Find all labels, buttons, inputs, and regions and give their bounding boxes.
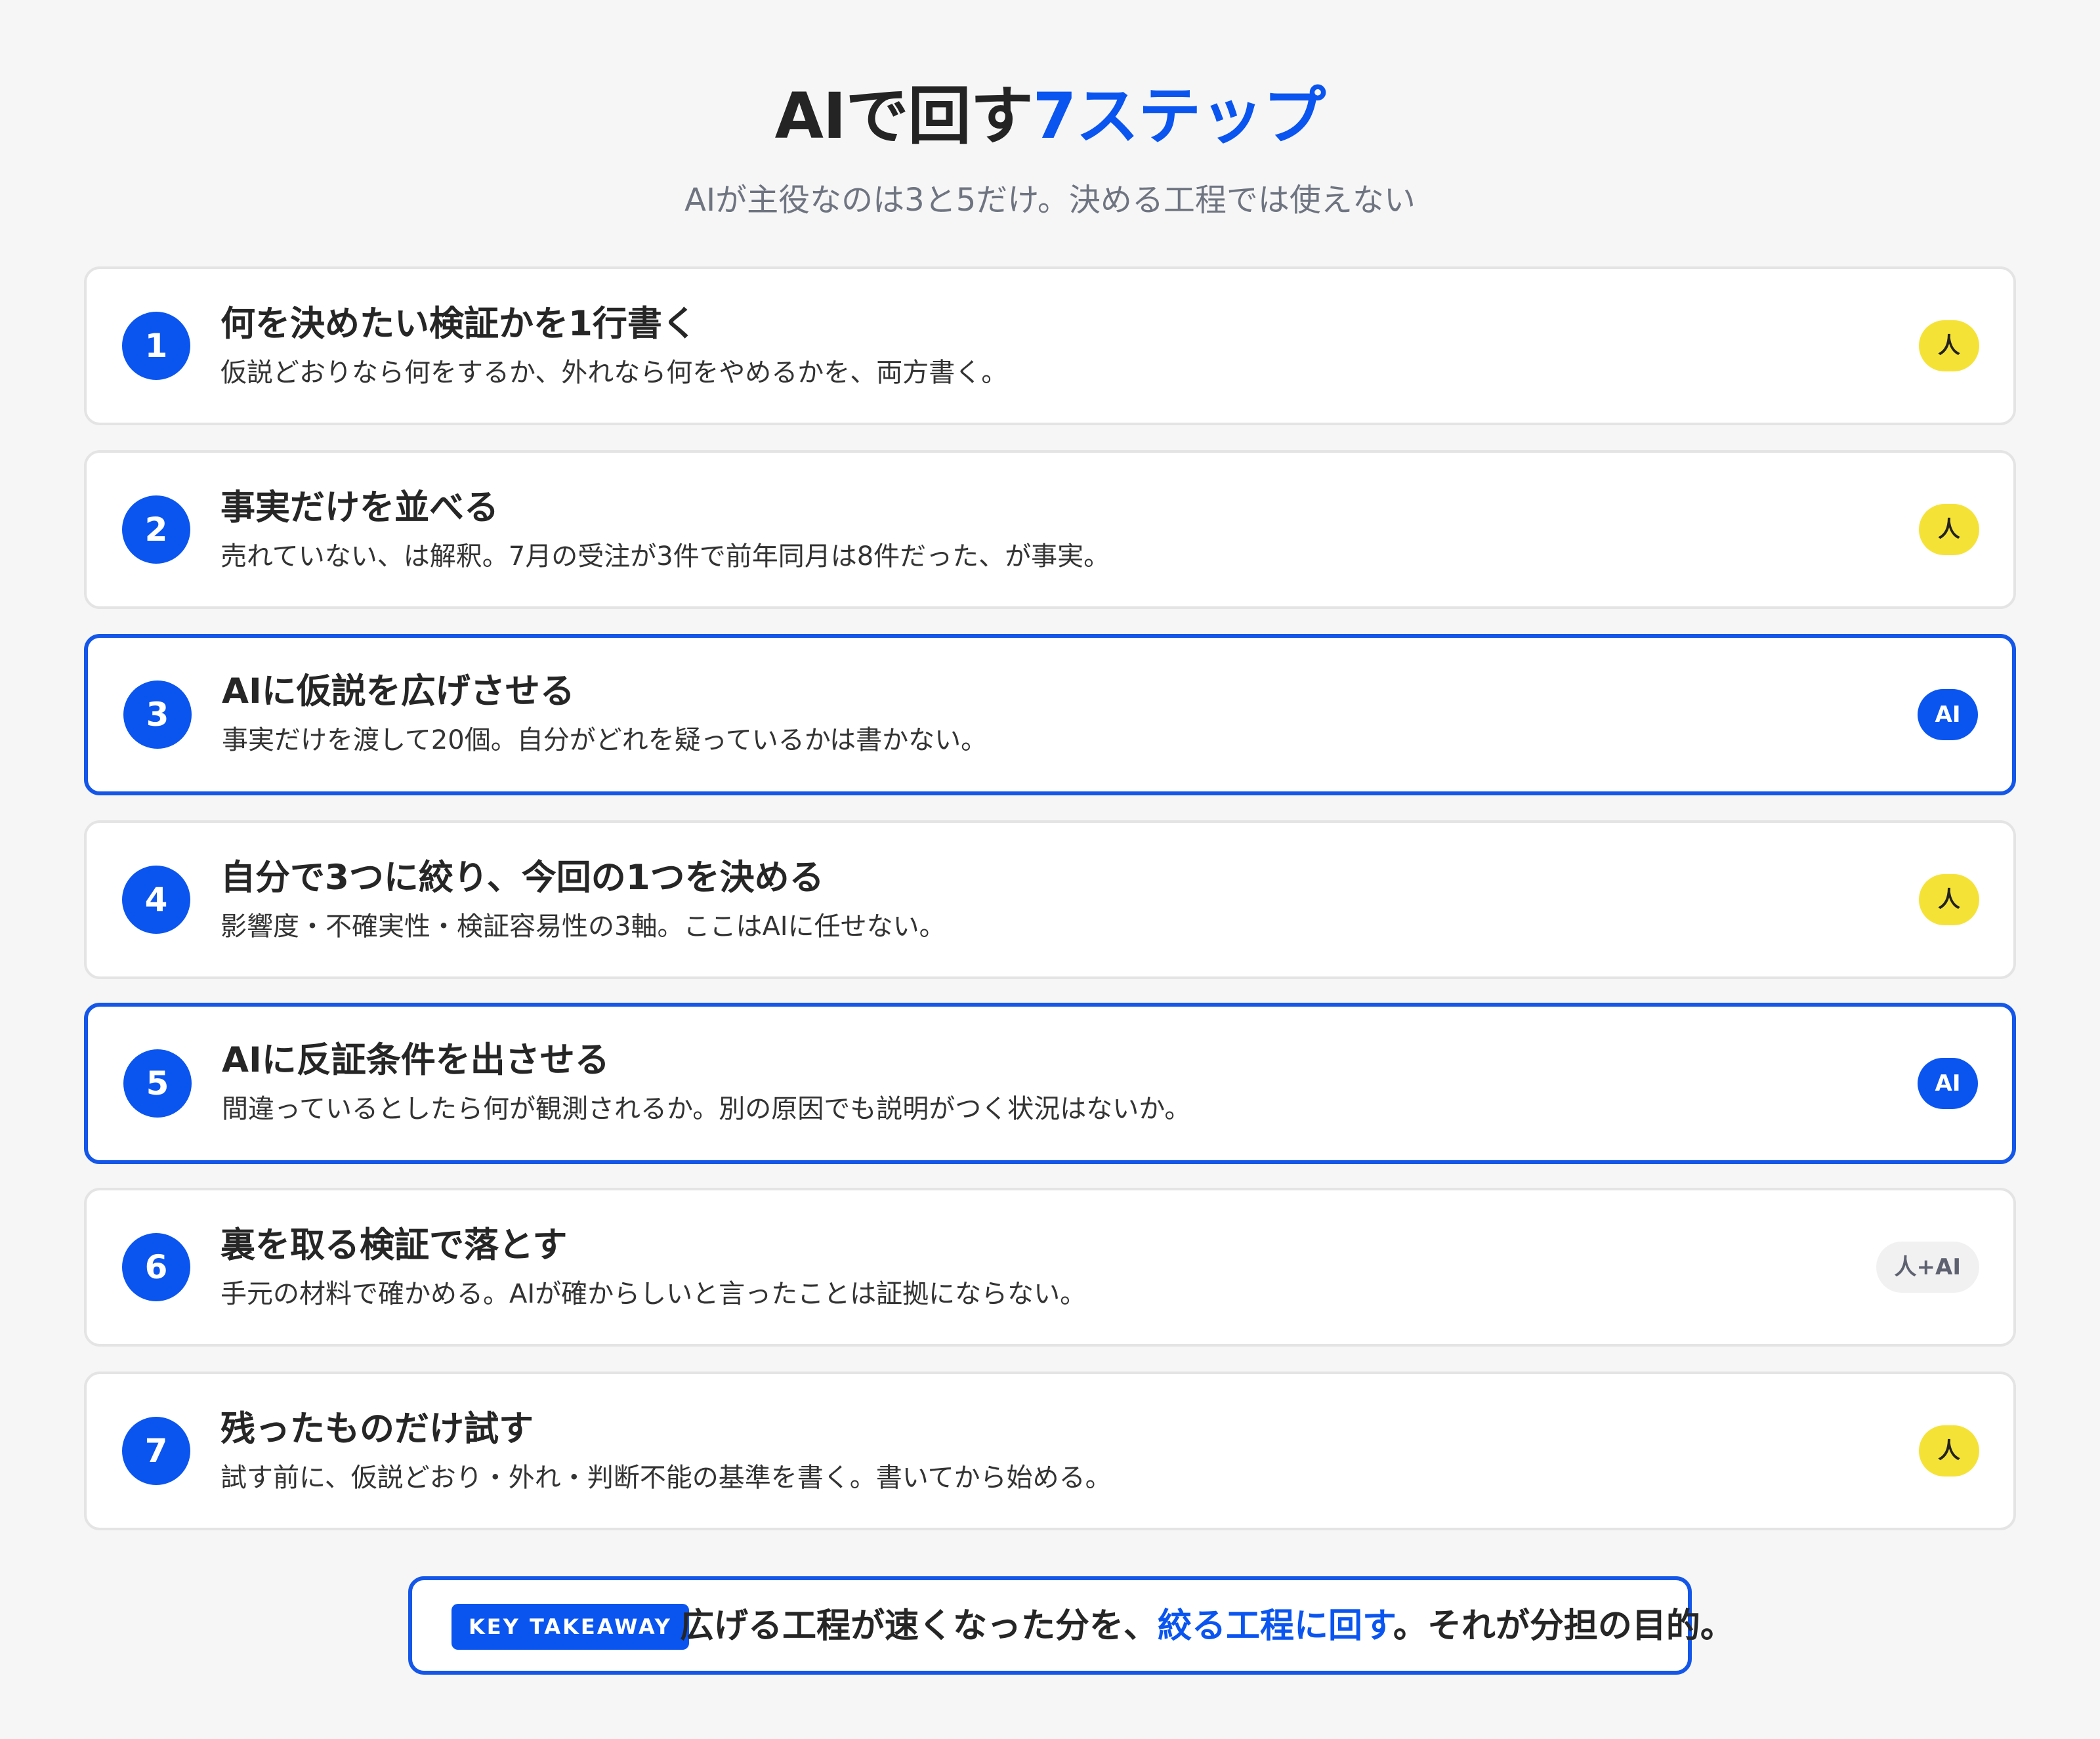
key-takeaway-text: 広げる工程が速くなった分を、絞る工程に回す。それが分担の目的。	[680, 1603, 1734, 1650]
step-title: AIに仮説を広げさせる	[222, 671, 575, 711]
step-description: 影響度・不確実性・検証容易性の3軸。ここはAIに任せない。	[220, 911, 946, 942]
step-description: 売れていない、は解釈。7月の受注が3件で前年同月は8件だった、が事実。	[220, 541, 1110, 572]
step-title: 事実だけを並べる	[220, 488, 499, 528]
page: AIで回す7ステップ AIが主役なのは3と5だけ。決める工程では使えない 1 何…	[0, 0, 2100, 1739]
step-number: 5	[123, 1049, 192, 1118]
step-description: 試す前に、仮説どおり・外れ・判断不能の基準を書く。書いてから始める。	[220, 1463, 1112, 1493]
owner-badge: 人	[1919, 874, 1979, 925]
key-takeaway-tag: KEY TAKEAWAY	[452, 1604, 689, 1650]
step-number: 4	[122, 866, 190, 934]
step-title: 裏を取る検証で落とす	[220, 1225, 568, 1265]
title-prefix: AIで回す	[774, 79, 1034, 153]
step-number: 3	[123, 681, 192, 749]
owner-badge: 人	[1919, 504, 1979, 555]
takeaway-text-highlight: 絞る工程に回す	[1158, 1606, 1393, 1646]
key-takeaway-box: KEY TAKEAWAY 広げる工程が速くなった分を、絞る工程に回す。それが分担…	[408, 1576, 1734, 1675]
owner-badge: AI	[1918, 1058, 1978, 1109]
step-card-4: 4 自分で3つに絞り、今回の1つを決める 影響度・不確実性・検証容易性の3軸。こ…	[84, 820, 2016, 979]
owner-badge: 人+AI	[1876, 1242, 1979, 1293]
step-description: 事実だけを渡して20個。自分がどれを疑っているかは書かない。	[222, 725, 988, 755]
step-card-2: 2 事実だけを並べる 売れていない、は解釈。7月の受注が3件で前年同月は8件だっ…	[84, 450, 2016, 609]
takeaway-text-before: 広げる工程が速くなった分を、	[680, 1606, 1158, 1646]
takeaway-text-after: 。それが分担の目的。	[1393, 1606, 1734, 1646]
step-title: 何を決めたい検証かを1行書く	[220, 304, 697, 344]
page-subtitle: AIが主役なのは3と5だけ。決める工程では使えない	[684, 182, 1416, 219]
step-title: 自分で3つに絞り、今回の1つを決める	[220, 858, 824, 898]
step-card-6: 6 裏を取る検証で落とす 手元の材料で確かめる。AIが確からしいと言ったことは証…	[84, 1188, 2016, 1347]
step-number: 6	[122, 1233, 190, 1301]
step-card-1: 1 何を決めたい検証かを1行書く 仮説どおりなら何をするか、外れなら何をやめるか…	[84, 266, 2016, 425]
step-description: 仮説どおりなら何をするか、外れなら何をやめるかを、両方書く。	[220, 358, 1008, 388]
step-description: 手元の材料で確かめる。AIが確からしいと言ったことは証拠にならない。	[220, 1279, 1087, 1309]
title-accent: 7ステップ	[1032, 79, 1326, 153]
step-description: 間違っているとしたら何が観測されるか。別の原因でも説明がつく状況はないか。	[222, 1094, 1191, 1124]
step-card-5: 5 AIに反証条件を出させる 間違っているとしたら何が観測されるか。別の原因でも…	[84, 1003, 2016, 1164]
page-title: AIで回す7ステップ	[0, 73, 2100, 159]
step-card-3: 3 AIに仮説を広げさせる 事実だけを渡して20個。自分がどれを疑っているかは書…	[84, 634, 2016, 795]
owner-badge: 人	[1919, 1425, 1979, 1477]
owner-badge: AI	[1918, 689, 1978, 740]
step-number: 7	[122, 1417, 190, 1485]
step-number: 1	[122, 312, 190, 380]
step-card-7: 7 残ったものだけ試す 試す前に、仮説どおり・外れ・判断不能の基準を書く。書いて…	[84, 1372, 2016, 1530]
owner-badge: 人	[1919, 320, 1979, 371]
step-number: 2	[122, 495, 190, 564]
step-title: AIに反証条件を出させる	[222, 1040, 610, 1080]
step-title: 残ったものだけ試す	[220, 1409, 534, 1449]
